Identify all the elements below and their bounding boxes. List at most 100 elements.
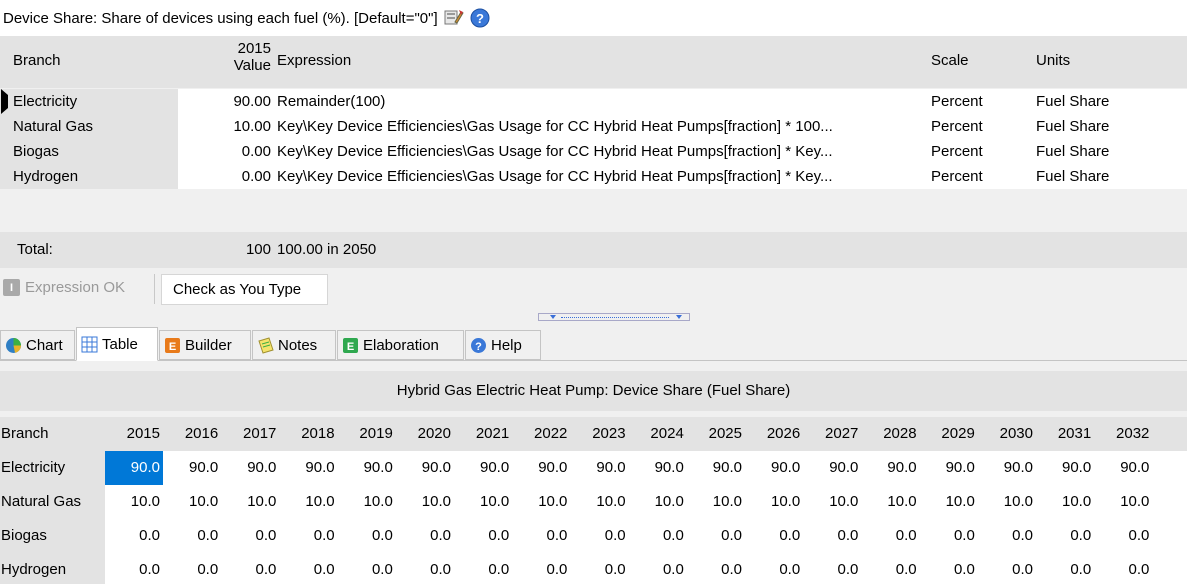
value-cell[interactable]: 90.0	[454, 451, 512, 485]
value-cell[interactable]: 0.0	[221, 519, 279, 553]
year-column-header[interactable]: 2	[1153, 417, 1187, 451]
value-cell[interactable]: 0.0	[920, 519, 978, 553]
value-cell[interactable]: 0.0	[1036, 519, 1094, 553]
value-cell[interactable]: 0.0	[1094, 519, 1152, 553]
value-cell[interactable]: 0.0	[454, 519, 512, 553]
value-cell[interactable]: 0.0	[280, 519, 338, 553]
value-cell[interactable]: 0.0	[920, 553, 978, 584]
value-cell[interactable]: 90.0	[338, 451, 396, 485]
value-cell[interactable]: 10.00	[178, 114, 271, 139]
help-icon[interactable]: ?	[470, 8, 490, 28]
value-cell[interactable]: 10.0	[1036, 485, 1094, 519]
table-row[interactable]: Biogas 0.0 0.0 0.0 0.0 0.0 0.0 0.0 0.0 0.0 0.0 0.0 0…	[0, 519, 1187, 553]
value-cell[interactable]: 10.0	[862, 485, 920, 519]
value-cell[interactable]: 0.0	[629, 519, 687, 553]
branch-column-header[interactable]: Branch	[0, 417, 105, 451]
value-cell[interactable]: 0.0	[1094, 553, 1152, 584]
value-cell[interactable]: 10.0	[338, 485, 396, 519]
value-cell[interactable]: 0.0	[338, 553, 396, 584]
tab-chart[interactable]: Chart	[0, 330, 75, 360]
tab-elaboration[interactable]: E Elaboration	[337, 330, 464, 360]
table-row[interactable]: Electricity 90.0 90.0 90.0 90.0 90.0 90.0 90.0 9…	[0, 451, 1187, 485]
scale-cell[interactable]: Percent	[931, 114, 983, 139]
value-cell[interactable]: 0.0	[571, 553, 629, 584]
value-cell[interactable]: 90.0	[745, 451, 803, 485]
value-cell[interactable]: 90.0	[221, 451, 279, 485]
value-cell[interactable]: 0.0	[512, 553, 570, 584]
value-cell[interactable]: 0.0	[454, 553, 512, 584]
value-cell[interactable]: 10.0	[454, 485, 512, 519]
value-cell[interactable]: 90.0	[512, 451, 570, 485]
value-cell[interactable]: 10.0	[745, 485, 803, 519]
value-cell[interactable]: 10.0	[920, 485, 978, 519]
value-cell[interactable]: 90.0	[687, 451, 745, 485]
panel-splitter[interactable]	[538, 313, 690, 321]
year-column-header[interactable]: 2022	[512, 417, 570, 451]
year-column-header[interactable]: 2031	[1036, 417, 1094, 451]
value-cell[interactable]: 0.00	[178, 139, 271, 164]
tab-help[interactable]: ? Help	[465, 330, 541, 360]
value-cell[interactable]: 0.0	[745, 519, 803, 553]
year-column-header[interactable]: 2032	[1094, 417, 1152, 451]
units-cell[interactable]: Fuel Share	[1036, 89, 1109, 114]
value-cell[interactable]: 90.0	[862, 451, 920, 485]
table-row[interactable]: Hydrogen 0.0 0.0 0.0 0.0 0.0 0.0 0.0 0.0 0.0 0.0 0.…	[0, 553, 1187, 584]
year-column-header[interactable]: 2025	[687, 417, 745, 451]
tab-builder[interactable]: E Builder	[159, 330, 251, 360]
value-cell[interactable]: 0.0	[745, 553, 803, 584]
year-column-header[interactable]: 2023	[571, 417, 629, 451]
expression-row-hydrogen[interactable]: Hydrogen 0.00 Key\Key Device Efficiencie…	[0, 164, 1187, 189]
scale-cell[interactable]: Percent	[931, 164, 983, 189]
value-cell[interactable]: 10.0	[803, 485, 861, 519]
value-cell[interactable]: 0.00	[178, 164, 271, 189]
value-cell[interactable]: 0.0	[280, 553, 338, 584]
expression-cell[interactable]: Key\Key Device Efficiencies\Gas Usage fo…	[277, 164, 929, 189]
value-cell[interactable]: 10.0	[978, 485, 1036, 519]
value-cell[interactable]: 90.0	[163, 451, 221, 485]
branch-column-header[interactable]: Branch	[13, 52, 61, 70]
value-cell[interactable]: 10.0	[629, 485, 687, 519]
value-cell[interactable]: 0.0	[862, 553, 920, 584]
check-as-you-type-button[interactable]: Check as You Type	[161, 274, 328, 305]
value-cell[interactable]: 0.0	[687, 553, 745, 584]
units-cell[interactable]: Fuel Share	[1036, 114, 1109, 139]
value-cell[interactable]: 0.0	[396, 519, 454, 553]
value-cell[interactable]: 90.00	[178, 89, 271, 114]
value-cell[interactable]: 1	[1153, 485, 1187, 519]
value-cell[interactable]: 0.0	[978, 553, 1036, 584]
year-column-header[interactable]: 2015	[105, 417, 163, 451]
value-cell[interactable]: 90.0	[1036, 451, 1094, 485]
scale-cell[interactable]: Percent	[931, 139, 983, 164]
value-cell[interactable]: 90.0	[803, 451, 861, 485]
value-cell[interactable]: 10.0	[105, 485, 163, 519]
expression-cell[interactable]: Remainder(100)	[277, 89, 929, 114]
units-cell[interactable]: Fuel Share	[1036, 139, 1109, 164]
value-cell[interactable]: 0.0	[1036, 553, 1094, 584]
value-cell[interactable]: 0.0	[803, 553, 861, 584]
year-column-header[interactable]: 2021	[454, 417, 512, 451]
year-column-header[interactable]: 2030	[978, 417, 1036, 451]
year-column-header[interactable]: 2020	[396, 417, 454, 451]
value-cell[interactable]	[1153, 553, 1187, 584]
value-cell[interactable]: 90.0	[978, 451, 1036, 485]
year-column-header[interactable]: 2016	[163, 417, 221, 451]
scale-cell[interactable]: Percent	[931, 89, 983, 114]
value-cell[interactable]: 0.0	[571, 519, 629, 553]
units-column-header[interactable]: Units	[1036, 52, 1070, 70]
value-cell[interactable]: 10.0	[163, 485, 221, 519]
year-column-header[interactable]: 2015 Value	[178, 40, 271, 74]
value-cell[interactable]: 0.0	[803, 519, 861, 553]
expression-column-header[interactable]: Expression	[277, 52, 351, 70]
units-cell[interactable]: Fuel Share	[1036, 164, 1109, 189]
value-cell[interactable]: 0.0	[629, 553, 687, 584]
value-cell[interactable]: 90.0	[571, 451, 629, 485]
value-cell[interactable]: 0.0	[687, 519, 745, 553]
value-cell[interactable]: 10.0	[687, 485, 745, 519]
value-cell[interactable]: 90.0	[1094, 451, 1152, 485]
expression-row-electricity[interactable]: Electricity 90.00 Remainder(100) Percent…	[0, 89, 1187, 114]
expression-cell[interactable]: Key\Key Device Efficiencies\Gas Usage fo…	[277, 139, 929, 164]
expression-cell[interactable]: Key\Key Device Efficiencies\Gas Usage fo…	[277, 114, 929, 139]
value-cell[interactable]: 0.0	[978, 519, 1036, 553]
value-cell[interactable]: 90.0	[396, 451, 454, 485]
value-cell[interactable]: 0.0	[221, 553, 279, 584]
